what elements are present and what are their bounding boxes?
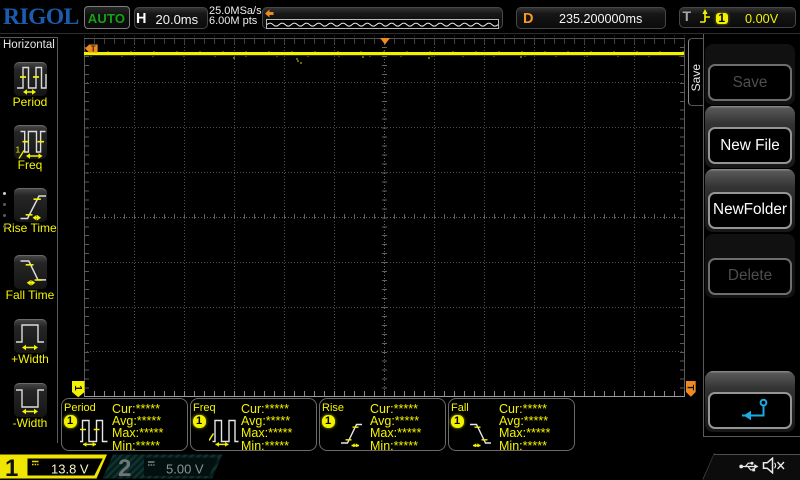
svg-text:1: 1 <box>72 385 83 391</box>
svg-text:5.00 V: 5.00 V <box>166 462 204 477</box>
svg-text:1: 1 <box>16 144 21 154</box>
svg-text:1: 1 <box>5 455 18 479</box>
svg-text:2: 2 <box>118 455 131 479</box>
svg-text:13.8 V: 13.8 V <box>51 462 89 477</box>
svg-text:T: T <box>686 385 695 391</box>
svg-text:T: T <box>90 44 95 53</box>
